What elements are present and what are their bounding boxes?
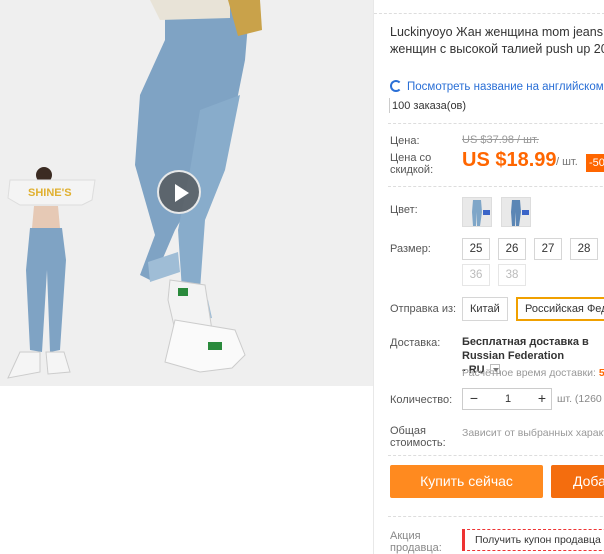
quantity-label: Количество:: [390, 394, 453, 406]
promo-label: Акция продавца:: [390, 530, 442, 554]
product-image[interactable]: SHINE'S: [0, 0, 373, 386]
delivery-estimate-label: Расчётное время доставки:: [462, 367, 596, 379]
quantity-stepper: − 1 +: [462, 388, 552, 410]
svg-text:SHINE'S: SHINE'S: [28, 187, 72, 199]
ships-from-china[interactable]: Китай: [462, 297, 508, 321]
size-option[interactable]: 26: [498, 238, 526, 260]
translate-link[interactable]: Посмотреть название на английском: [390, 80, 604, 93]
delivery-estimate: Расчётное время доставки: 5: [462, 367, 604, 379]
play-video-button[interactable]: [157, 170, 201, 214]
size-option[interactable]: 25: [462, 238, 490, 260]
order-count: 100 заказа(ов): [388, 98, 467, 113]
total-hint: Зависит от выбранных характеристик: [462, 427, 604, 439]
quantity-decrease-button[interactable]: −: [463, 389, 485, 409]
jeans-thumbnail-icon: [511, 200, 529, 226]
translate-icon: [390, 80, 402, 92]
size-label: Размер:: [390, 243, 431, 255]
ships-from-label: Отправка из:: [390, 303, 457, 315]
size-option[interactable]: 28: [570, 238, 598, 260]
size-option[interactable]: 27: [534, 238, 562, 260]
divider: [388, 123, 604, 124]
discount-price: US $18.99: [462, 149, 557, 171]
delivery-estimate-value: 5: [599, 367, 604, 379]
color-swatch-blue[interactable]: [501, 197, 531, 227]
product-info-panel: Luckinyoyo Жан женщина mom jeans женщин …: [373, 0, 604, 554]
product-title: Luckinyoyo Жан женщина mom jeans женщин …: [390, 25, 604, 56]
get-coupon-button[interactable]: Получить купон продавца: [462, 529, 604, 551]
old-price-label: Цена:: [390, 135, 420, 147]
quantity-input[interactable]: 1: [485, 389, 531, 409]
discount-price-label: Цена со скидкой:: [390, 152, 434, 176]
top-divider: [374, 0, 604, 14]
jeans-thumbnail-icon: [472, 200, 490, 226]
quantity-increase-button[interactable]: +: [531, 389, 553, 409]
size-option[interactable]: 38: [498, 264, 526, 286]
old-price: US $37.98 / шт.: [462, 134, 539, 146]
ships-from-russia[interactable]: Российская Федерация: [516, 297, 604, 321]
discount-badge: -50%: [586, 154, 604, 172]
buy-now-button[interactable]: Купить сейчас: [390, 465, 543, 498]
size-option[interactable]: 36: [462, 264, 490, 286]
delivery-label: Доставка:: [390, 337, 441, 349]
divider: [388, 516, 604, 517]
total-label: Общая стоимость:: [390, 425, 446, 449]
color-label: Цвет:: [390, 204, 418, 216]
divider: [388, 186, 604, 187]
add-to-cart-button[interactable]: Добавить в корзину: [551, 465, 604, 498]
divider: [388, 455, 604, 456]
quantity-availability: шт. (1260 шт. доступно): [557, 393, 604, 405]
delivery-title: Бесплатная доставка в Russian Federation: [462, 336, 589, 362]
color-swatch-light-blue[interactable]: [462, 197, 492, 227]
price-unit: / шт.: [556, 156, 578, 168]
translate-link-label: Посмотреть название на английском: [407, 81, 604, 93]
